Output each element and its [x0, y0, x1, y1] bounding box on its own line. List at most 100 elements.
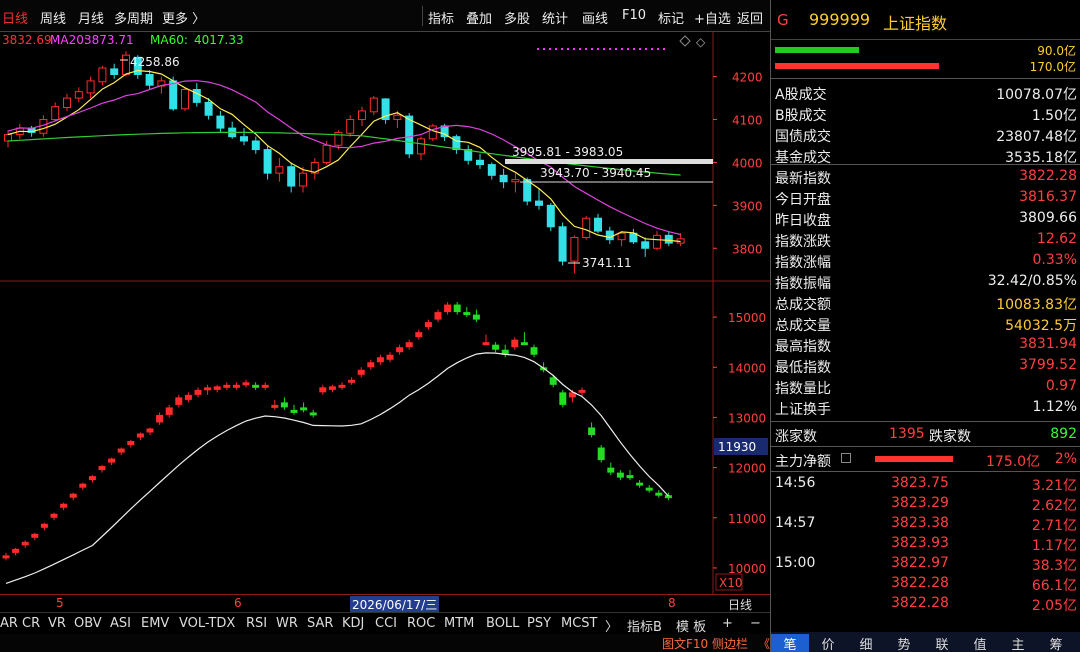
- high-annotation: 4258.86: [130, 55, 180, 69]
- tab-ar[interactable]: AR: [0, 616, 18, 631]
- draw-line-button[interactable]: 画线: [582, 8, 608, 27]
- tab-linked[interactable]: 联: [923, 634, 961, 652]
- plus-button[interactable]: +: [722, 616, 733, 631]
- stat-row: 上证换手 1.12%: [771, 397, 1080, 418]
- tab-roc[interactable]: ROC: [407, 616, 435, 631]
- candle: [261, 384, 269, 388]
- candle: [369, 97, 378, 113]
- candle: [482, 342, 490, 346]
- stat-row: 最高指数 3831.94: [771, 334, 1080, 355]
- tabs-scroll-icon[interactable]: 〉: [605, 616, 618, 635]
- tab-mtm[interactable]: MTM: [444, 616, 474, 631]
- grid-icon[interactable]: [841, 453, 851, 463]
- tab-indicator-b[interactable]: 指标B: [627, 616, 662, 635]
- tab-obv[interactable]: OBV: [74, 616, 102, 631]
- tick-price: 3822.28: [891, 575, 949, 591]
- divider: [771, 421, 1080, 422]
- candle: [597, 447, 605, 461]
- candle: [74, 91, 83, 99]
- stat-value: 23807.48亿: [996, 129, 1077, 145]
- candle: [146, 428, 154, 433]
- tab-sar[interactable]: SAR: [307, 616, 333, 631]
- stock-flag: G: [777, 11, 789, 29]
- kline-chart[interactable]: 38003900400041004200 1000011000120001300…: [0, 32, 770, 594]
- y-tick-label: 13000: [728, 411, 766, 425]
- tab-daily[interactable]: 日线: [2, 8, 28, 27]
- tab-asi[interactable]: ASI: [110, 616, 131, 631]
- overlay-button[interactable]: 叠加: [466, 8, 492, 27]
- y-tick-label: 11000: [728, 512, 766, 526]
- stat-value: 1.50亿: [1031, 108, 1077, 124]
- tab-vol-tdx[interactable]: VOL-TDX: [179, 616, 235, 631]
- f10-button[interactable]: F10: [622, 8, 646, 23]
- tab-emv[interactable]: EMV: [141, 616, 169, 631]
- tab-multi-period[interactable]: 多周期: [114, 8, 153, 27]
- tab-price[interactable]: 价: [809, 634, 847, 652]
- minus-button[interactable]: −: [750, 616, 761, 631]
- candle: [463, 312, 471, 316]
- stat-label: 最低指数: [775, 360, 831, 376]
- ma60-label: MA60:: [150, 33, 188, 47]
- candle: [405, 342, 413, 348]
- tab-main[interactable]: 主: [999, 634, 1037, 652]
- candle: [287, 166, 296, 187]
- candle: [263, 149, 272, 174]
- candle: [213, 386, 221, 390]
- statistics-button[interactable]: 统计: [542, 8, 568, 27]
- ma10-value: 3832.69: [2, 33, 52, 47]
- tab-mcst[interactable]: MCST: [561, 616, 598, 631]
- candle: [434, 312, 442, 320]
- tab-weekly[interactable]: 周线: [40, 8, 66, 27]
- candle: [108, 458, 116, 463]
- tab-psy[interactable]: PSY: [527, 616, 551, 631]
- tab-cci[interactable]: CCI: [375, 616, 397, 631]
- candle: [386, 354, 394, 360]
- tab-monthly[interactable]: 月线: [78, 8, 104, 27]
- sidebar-toggle[interactable]: 侧边栏: [712, 635, 748, 652]
- tab-boll[interactable]: BOLL: [486, 616, 519, 631]
- tab-trend[interactable]: 势: [885, 634, 923, 652]
- candle: [328, 386, 336, 390]
- tab-cr[interactable]: CR: [22, 616, 40, 631]
- tick-volume: 2.71亿: [1031, 518, 1077, 534]
- mark-button[interactable]: 标记: [658, 8, 684, 27]
- stat-label: 总成交额: [775, 297, 831, 313]
- back-button[interactable]: 返回: [737, 8, 763, 27]
- template-button[interactable]: 模 板: [676, 616, 706, 635]
- stat-value: 0.97: [1045, 378, 1077, 394]
- candle: [453, 304, 461, 313]
- tab-vr[interactable]: VR: [48, 616, 66, 631]
- tab-detail[interactable]: 细: [847, 634, 885, 652]
- tab-value[interactable]: 值: [961, 634, 999, 652]
- divider: [771, 78, 1080, 79]
- candle: [607, 467, 615, 473]
- add-favorite-button[interactable]: +自选: [694, 8, 731, 27]
- main-flow-pct: 2%: [1054, 451, 1077, 467]
- multi-stock-button[interactable]: 多股: [504, 8, 530, 27]
- indicator-button[interactable]: 指标: [428, 8, 454, 27]
- gap-band-1: [505, 159, 713, 164]
- collapse-icon[interactable]: ◇: [696, 35, 706, 49]
- candle: [322, 144, 331, 163]
- tick-price: 3822.97: [891, 555, 949, 571]
- stat-row: 总成交额 10083.83亿: [771, 292, 1080, 313]
- tab-wr[interactable]: WR: [276, 616, 298, 631]
- candle: [86, 80, 95, 94]
- candle: [358, 110, 366, 121]
- tick-time: 15:00: [775, 555, 816, 571]
- candle: [616, 472, 624, 478]
- candle: [110, 68, 119, 75]
- tab-kdj[interactable]: KDJ: [342, 616, 364, 631]
- ma20-value: 3873.71: [84, 33, 134, 47]
- candle: [2, 555, 10, 559]
- y-tick-label: 3800: [732, 242, 763, 256]
- tab-rsi[interactable]: RSI: [246, 616, 267, 631]
- chevron-left-icon[interactable]: 《: [758, 635, 770, 652]
- tab-chips[interactable]: 筹: [1037, 634, 1075, 652]
- f10-link[interactable]: 图文F10: [662, 635, 708, 652]
- tab-trades[interactable]: 笔: [771, 634, 809, 652]
- candle: [346, 119, 355, 134]
- stat-label: B股成交: [775, 108, 827, 124]
- candle: [271, 404, 279, 408]
- tab-more[interactable]: 更多 〉: [162, 8, 205, 27]
